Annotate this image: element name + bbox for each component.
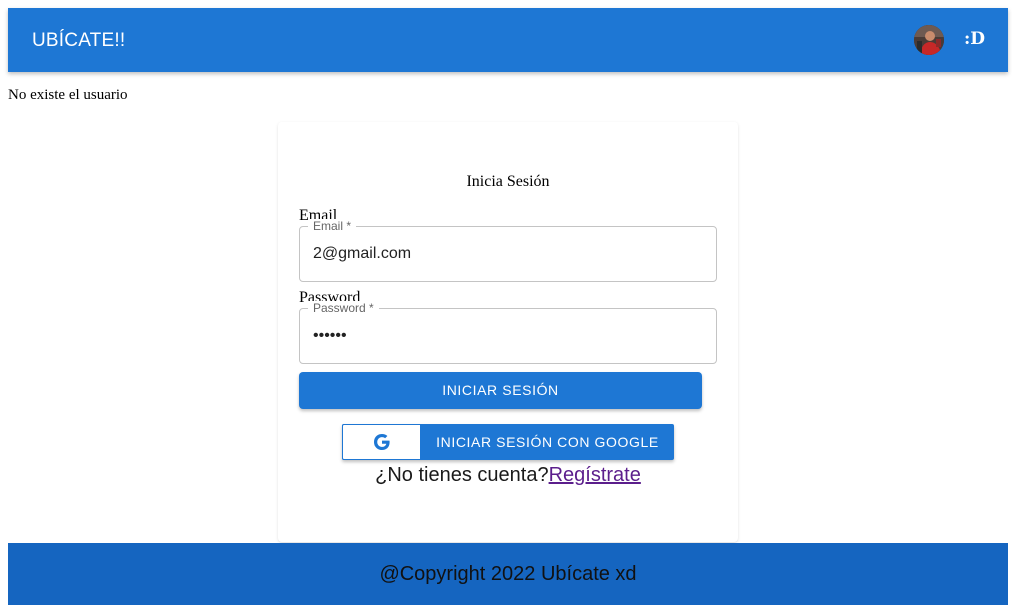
register-prompt: ¿No tienes cuenta?Regístrate xyxy=(278,464,738,487)
error-message: No existe el usuario xyxy=(8,87,128,103)
google-login-button[interactable]: INICIAR SESIÓN CON GOOGLE xyxy=(342,424,674,460)
google-login-label: INICIAR SESIÓN CON GOOGLE xyxy=(436,434,659,450)
register-link[interactable]: Regístrate xyxy=(549,464,641,486)
password-legend: Password * xyxy=(308,301,379,315)
password-input[interactable] xyxy=(313,327,703,345)
email-field[interactable]: Email * xyxy=(299,219,717,282)
password-field[interactable]: Password * xyxy=(299,301,717,364)
login-card: Inicia Sesión Email Email * Password Pas… xyxy=(278,122,738,542)
copyright-text: @Copyright 2022 Ubícate xd xyxy=(379,562,637,585)
email-legend: Email * xyxy=(308,219,357,233)
google-g-icon xyxy=(373,434,390,450)
login-button[interactable]: INICIAR SESIÓN xyxy=(299,372,702,409)
email-input[interactable] xyxy=(313,245,703,263)
login-title: Inicia Sesión xyxy=(466,173,550,190)
user-avatar-icon xyxy=(914,25,944,55)
register-prompt-text: ¿No tienes cuenta? xyxy=(375,464,549,486)
user-menu-label[interactable]: :D xyxy=(964,29,985,49)
brand-title[interactable]: UBÍCATE!! xyxy=(32,30,125,52)
footer: @Copyright 2022 Ubícate xd xyxy=(8,543,1008,605)
avatar[interactable] xyxy=(914,25,944,55)
google-icon-container xyxy=(342,424,421,460)
app-bar: UBÍCATE!! :D xyxy=(8,8,1008,72)
